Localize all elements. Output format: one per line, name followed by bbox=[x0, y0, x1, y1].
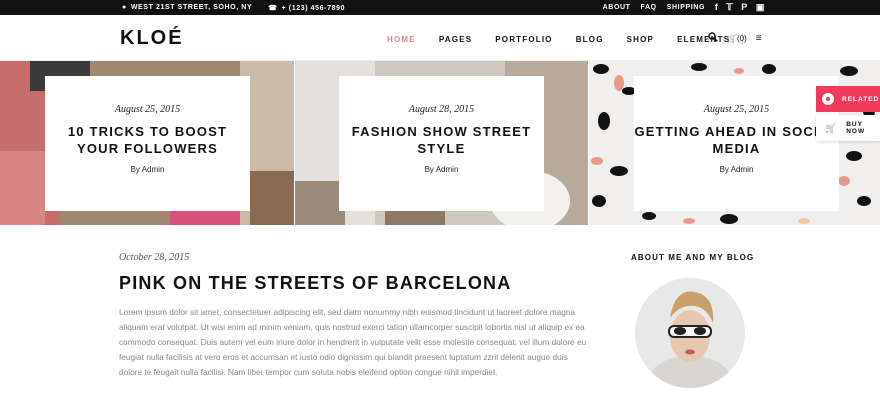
nav-shop[interactable]: SHOP bbox=[627, 35, 654, 44]
post-title[interactable]: PINK ON THE STREETS OF BARCELONA bbox=[119, 273, 511, 294]
cart-count: (0) bbox=[736, 34, 747, 43]
related-label: RELATED bbox=[842, 95, 880, 103]
main-nav: HOME PAGES PORTFOLIO BLOG SHOP ELEMENTS bbox=[387, 33, 744, 45]
phone-icon: ☎ bbox=[268, 5, 278, 12]
cart-button[interactable]: 🛒(0) bbox=[727, 34, 747, 43]
slide-card-2[interactable]: August 28, 2015 FASHION SHOW STREET STYL… bbox=[339, 76, 544, 211]
cart-icon: 🛒 bbox=[727, 34, 737, 43]
slide-title[interactable]: FASHION SHOW STREET STYLE bbox=[339, 123, 544, 157]
avatar bbox=[635, 278, 745, 388]
logo[interactable]: KLOÉ bbox=[120, 27, 184, 50]
search-icon[interactable] bbox=[708, 32, 718, 45]
address: ● WEST 21ST STREET, SOHO, NY bbox=[122, 4, 252, 12]
slide-date: August 25, 2015 bbox=[114, 104, 181, 115]
nav-blog[interactable]: BLOG bbox=[576, 35, 604, 44]
slide-card-3[interactable]: August 25, 2015 GETTING AHEAD IN SOCIAL … bbox=[634, 76, 839, 211]
location-pin-icon: ● bbox=[122, 4, 127, 11]
top-bar: ● WEST 21ST STREET, SOHO, NY ☎ + (123) 456… bbox=[0, 0, 880, 15]
slide-card-1[interactable]: August 25, 2015 10 TRICKS TO BOOST YOUR … bbox=[45, 76, 250, 211]
facebook-icon[interactable]: f bbox=[715, 2, 719, 13]
slide-author: By Admin bbox=[424, 165, 459, 174]
slide-author: By Admin bbox=[130, 165, 165, 174]
slide-image-1[interactable]: August 25, 2015 10 TRICKS TO BOOST YOUR … bbox=[0, 61, 294, 225]
featured-slider: August 25, 2015 10 TRICKS TO BOOST YOUR … bbox=[0, 61, 880, 225]
slide-title[interactable]: 10 TRICKS TO BOOST YOUR FOLLOWERS bbox=[45, 123, 250, 157]
nav-home[interactable]: HOME bbox=[387, 35, 416, 44]
related-icon bbox=[822, 93, 834, 105]
phone: ☎ + (123) 456-7890 bbox=[268, 4, 345, 12]
post-date: October 28, 2015 bbox=[119, 252, 190, 263]
twitter-icon[interactable]: 𝕋 bbox=[726, 2, 733, 13]
slide-title[interactable]: GETTING AHEAD IN SOCIAL MEDIA bbox=[634, 123, 839, 157]
cart-icon: 🛒 bbox=[825, 122, 838, 133]
slide-author: By Admin bbox=[719, 165, 754, 174]
nav-portfolio[interactable]: PORTFOLIO bbox=[495, 35, 552, 44]
faq-link[interactable]: FAQ bbox=[641, 4, 657, 11]
shipping-link[interactable]: SHIPPING bbox=[667, 4, 705, 11]
nav-pages[interactable]: PAGES bbox=[439, 35, 472, 44]
post-excerpt: Lorem ipsum dolor sit amet, consectetuer… bbox=[119, 307, 587, 377]
header: KLOÉ HOME PAGES PORTFOLIO BLOG SHOP ELEM… bbox=[0, 15, 880, 61]
slide-date: August 28, 2015 bbox=[408, 104, 475, 115]
phone-text: + (123) 456-7890 bbox=[281, 5, 346, 12]
related-button[interactable]: RELATED bbox=[816, 86, 880, 112]
slide-date: August 25, 2015 bbox=[703, 104, 770, 115]
pinterest-icon[interactable]: P bbox=[741, 2, 748, 13]
buy-now-label: BUY NOW bbox=[846, 121, 866, 135]
menu-icon[interactable]: ≡ bbox=[756, 33, 762, 44]
buy-now-button[interactable]: 🛒 BUY NOW bbox=[816, 115, 880, 141]
sidebar-title: ABOUT ME AND MY BLOG bbox=[631, 253, 755, 262]
about-link[interactable]: ABOUT bbox=[603, 4, 631, 11]
slide-image-2[interactable]: August 28, 2015 FASHION SHOW STREET STYL… bbox=[295, 61, 588, 225]
instagram-icon[interactable]: ▣ bbox=[756, 2, 765, 13]
address-text: WEST 21ST STREET, SOHO, NY bbox=[130, 4, 253, 11]
